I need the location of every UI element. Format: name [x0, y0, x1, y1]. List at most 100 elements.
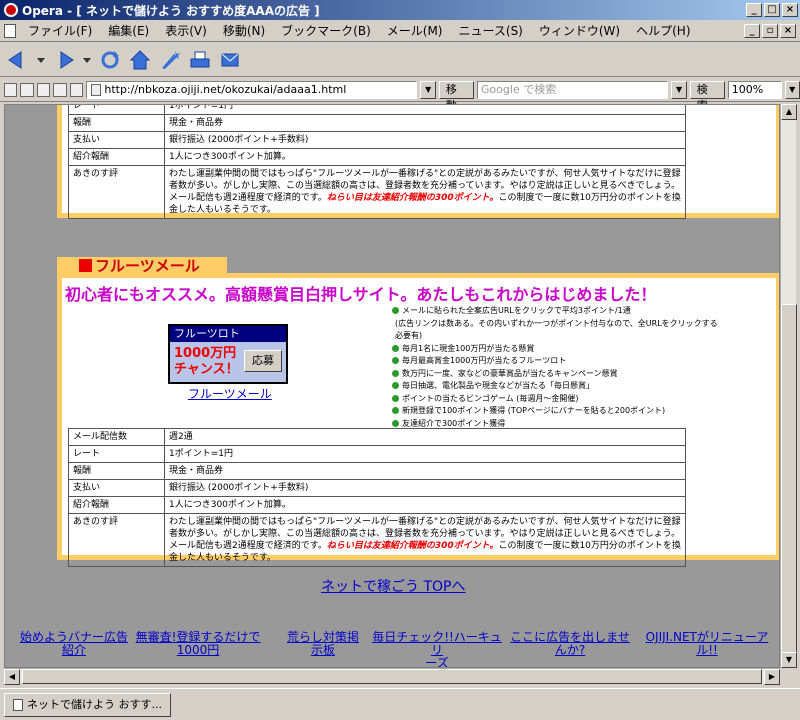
list-item: ポイントの当たるビンゴゲーム (毎週月〜金開催) [392, 393, 722, 406]
home-icon[interactable] [128, 48, 152, 72]
list-item: 数万円に一度、家などの豪華賞品が当たるキャンペーン懸賞 [392, 368, 722, 381]
document-icon [4, 23, 16, 38]
scroll-left-icon[interactable]: ◀ [4, 669, 20, 685]
info-table-previous: レート 1ポイント=1円 報酬 現金・商品券 支払い 銀行振込 (2000ポイン… [68, 105, 686, 219]
table-row: 支払い 銀行振込 (2000ポイント+手数料) [68, 479, 686, 497]
menu-news[interactable]: ニュース(S) [450, 22, 530, 39]
scroll-thumb[interactable] [781, 304, 797, 664]
list-item: 毎月1名に現金100万円が当たる懸賞 [392, 343, 722, 356]
mail-icon[interactable] [218, 48, 242, 72]
url-text: http://nbkoza.ojiji.net/okozukai/adaaa1.… [104, 82, 347, 96]
footer-link-hercules[interactable]: 毎日チェック!!ハーキュリ ーズ [367, 631, 507, 668]
bullet-icon [392, 419, 399, 427]
lock-icon[interactable] [4, 82, 18, 97]
mdi-close-button[interactable]: × [780, 23, 796, 38]
fruitsmail-link[interactable]: フルーツメール [188, 385, 272, 402]
table-row: 支払い 銀行振込 (2000ポイント+手数料) [68, 131, 686, 149]
minimize-button[interactable]: _ [746, 3, 762, 17]
forward-dropdown-icon[interactable] [82, 48, 92, 72]
forward-icon[interactable] [52, 48, 76, 72]
print-icon[interactable] [188, 48, 212, 72]
footer-link-renewal[interactable]: OJIJI.NETがリニューア ル!! [637, 631, 777, 657]
search-button[interactable]: 検索 [689, 80, 725, 112]
table-row: メール配信数 週2通 [68, 428, 686, 446]
footer-link-banner-ad[interactable]: 始めようバナー広告 紹介 [18, 631, 130, 657]
footer-link-bbs[interactable]: 荒らし対策掲 示板 [283, 631, 363, 657]
bullet-icon [392, 344, 399, 352]
list-item: メールに貼られた全案広告URLをクリックで平均3ポイント/1通 [392, 305, 722, 318]
fruitsloto-banner[interactable]: フルーツロト 1000万円 チャンス！ 応募 [168, 324, 288, 384]
site-icon [91, 83, 102, 96]
scroll-up-icon[interactable]: ▲ [781, 104, 797, 120]
banner-title: フルーツロト [170, 326, 286, 342]
menu-edit[interactable]: 編集(E) [100, 22, 157, 39]
page-bar: ネットで儲けよう おすす... [0, 688, 800, 720]
review-cell: わたし運副業仲間の間ではもっぱら"フルーツメールが一番稼げる"との定説があるみた… [164, 165, 686, 219]
address-dropdown[interactable]: ▼ [420, 80, 436, 99]
zoom-dropdown[interactable]: ▼ [784, 80, 800, 99]
table-row: あきのす評 わたし運副業仲間の間ではもっぱら"フルーツメールが一番稼げる"との定… [68, 165, 686, 219]
go-button[interactable]: 移動 [438, 80, 474, 112]
horizontal-scrollbar[interactable]: ◀ ▶ [4, 668, 780, 685]
review-cell: わたし運副業仲間の間ではもっぱら"フルーツメールが一番稼げる"との定説があるみた… [164, 513, 686, 567]
window-title: Opera - [ ネットで儲けよう おすすめ度AAAの広告 ] [22, 3, 320, 18]
table-row: 紹介報酬 1人につき300ポイント加算。 [68, 496, 686, 514]
bullet-icon [392, 307, 399, 314]
headline: 初心者にもオススメ。高額懸賞目白押しサイト。あたしもこれからはじめました！ [65, 285, 657, 304]
bullet-icon [392, 357, 399, 364]
navigation-toolbar [0, 43, 800, 77]
print-preview-icon[interactable] [69, 82, 84, 97]
red-square-icon [79, 259, 92, 272]
list-item: 新規登録で100ポイント獲得 (TOPページにバナーを貼ると200ポイント) [392, 405, 722, 418]
page-tab[interactable]: ネットで儲けよう おすす... [4, 692, 171, 717]
menu-navigate[interactable]: 移動(N) [215, 22, 273, 39]
folder-icon[interactable] [53, 82, 67, 97]
footer-link-free-signup[interactable]: 無審査!登録するだけで 1000円 [132, 631, 264, 657]
table-row: レート 1ポイント=1円 [68, 445, 686, 463]
list-item: 毎月最高賞金1000万円が当たるフルーツロト [392, 355, 722, 368]
opera-logo-icon [4, 3, 18, 17]
wand-icon[interactable] [158, 48, 182, 72]
search-dropdown[interactable]: ▼ [671, 80, 687, 99]
address-bar: http://nbkoza.ojiji.net/okozukai/adaaa1.… [0, 78, 800, 112]
banner-prize: 1000万円 チャンス！ [174, 346, 239, 377]
menu-mail[interactable]: メール(M) [379, 22, 451, 39]
back-icon[interactable] [6, 48, 30, 72]
mdi-restore-button[interactable]: ▫ [762, 23, 778, 38]
mdi-minimize-button[interactable]: _ [744, 23, 760, 38]
reload-icon[interactable] [98, 48, 122, 72]
menu-help[interactable]: ヘルプ(H) [628, 22, 698, 39]
zoom-field[interactable]: 100% [727, 80, 782, 99]
page-viewport: レート 1ポイント=1円 報酬 現金・商品券 支払い 銀行振込 (2000ポイン… [4, 104, 780, 668]
h-scroll-thumb[interactable] [22, 669, 762, 684]
info-table-fruitsmail: メール配信数 週2通 レート 1ポイント=1円 報酬 現金・商品券 支払い 銀行… [68, 428, 686, 567]
menu-window[interactable]: ウィンドウ(W) [531, 22, 628, 39]
scroll-down-icon[interactable]: ▼ [781, 652, 797, 668]
vertical-scrollbar[interactable]: ▲ ▼ [780, 104, 797, 668]
search-input[interactable]: Google で検索 [476, 80, 669, 99]
camera-icon[interactable] [20, 82, 34, 97]
top-page-link[interactable]: ネットで稼ごう TOPへ [321, 576, 465, 596]
title-bar: Opera - [ ネットで儲けよう おすすめ度AAAの広告 ] _ □ × [0, 0, 800, 20]
table-row: レート 1ポイント=1円 [68, 105, 686, 115]
menu-view[interactable]: 表示(V) [157, 22, 215, 39]
menu-bookmarks[interactable]: ブックマーク(B) [273, 22, 379, 39]
table-row: あきのす評 わたし運副業仲間の間ではもっぱら"フルーツメールが一番稼げる"との定… [68, 513, 686, 567]
close-button[interactable]: × [782, 3, 798, 17]
bullet-icon [392, 394, 399, 402]
page-info-icon[interactable] [36, 82, 51, 97]
table-row: 紹介報酬 1人につき300ポイント加算。 [68, 148, 686, 166]
table-row: 報酬 現金・商品券 [68, 462, 686, 480]
maximize-button[interactable]: □ [764, 3, 780, 17]
bullet-icon [392, 369, 399, 377]
scroll-right-icon[interactable]: ▶ [764, 669, 780, 685]
menu-file[interactable]: ファイル(F) [20, 22, 100, 39]
bullet-icon [392, 382, 399, 389]
address-input[interactable]: http://nbkoza.ojiji.net/okozukai/adaaa1.… [86, 80, 418, 99]
apply-button[interactable]: 応募 [244, 350, 282, 372]
list-item: 毎日抽選、電化製品や現金などが当たる「毎日懸賞」 [392, 380, 722, 393]
table-row: 報酬 現金・商品券 [68, 114, 686, 132]
menu-bar: ファイル(F) 編集(E) 表示(V) 移動(N) ブックマーク(B) メール(… [0, 20, 800, 42]
footer-link-advertise[interactable]: ここに広告を出しませ んか? [507, 631, 633, 657]
back-dropdown-icon[interactable] [36, 48, 46, 72]
